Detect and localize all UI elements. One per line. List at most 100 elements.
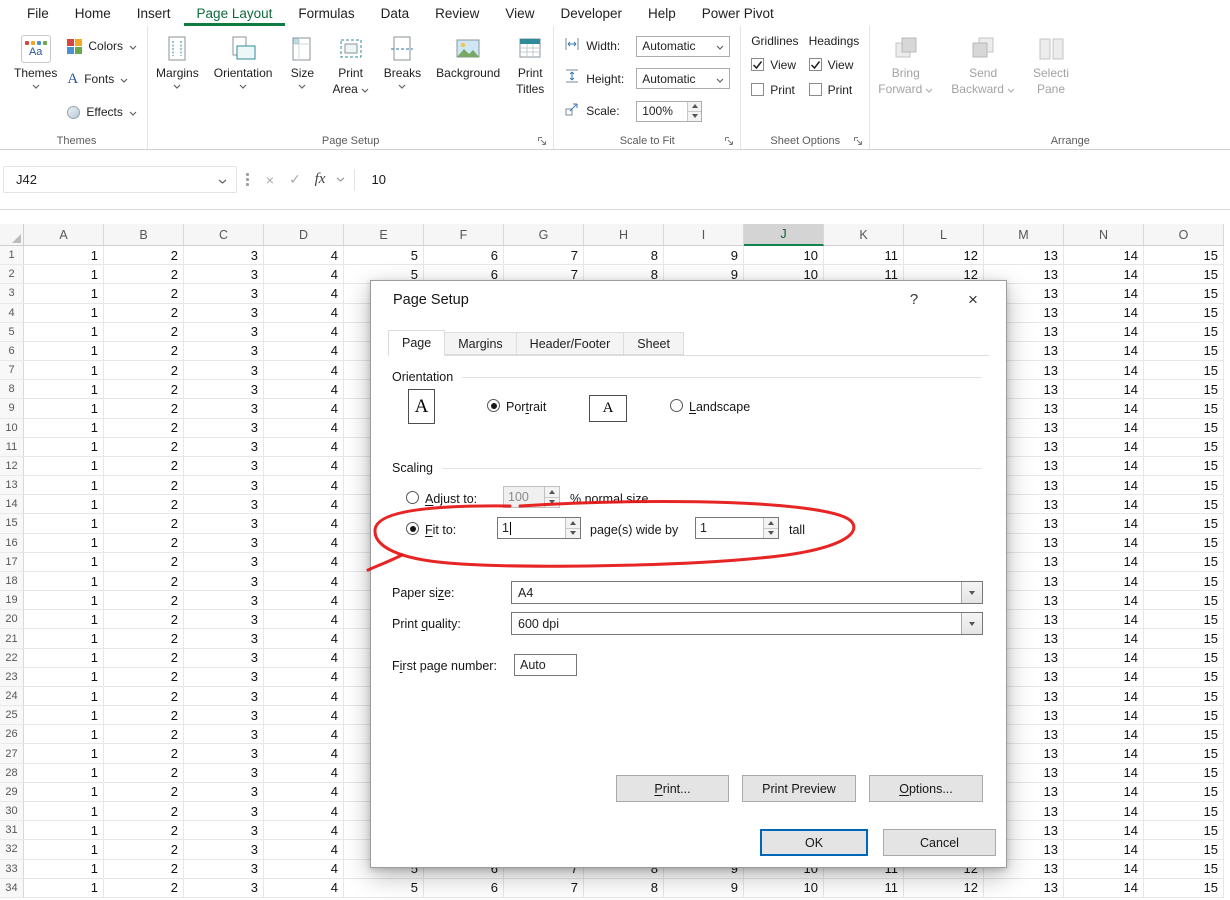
cell-A29[interactable]: 1 — [24, 783, 104, 802]
cell-O31[interactable]: 15 — [1144, 821, 1224, 840]
headings-view-checkbox[interactable]: View — [809, 56, 860, 73]
cell-J1[interactable]: 10 — [744, 246, 824, 265]
cell-O5[interactable]: 15 — [1144, 323, 1224, 342]
cell-O15[interactable]: 15 — [1144, 514, 1224, 533]
row-header-7[interactable]: 7 — [0, 361, 24, 380]
fit-to-radio[interactable] — [406, 522, 419, 535]
selection-pane-button[interactable]: Selecti Pane — [1029, 28, 1073, 132]
cell-D33[interactable]: 4 — [264, 860, 344, 879]
cell-C4[interactable]: 3 — [184, 304, 264, 323]
row-header-33[interactable]: 33 — [0, 860, 24, 879]
cell-C8[interactable]: 3 — [184, 380, 264, 399]
cell-B14[interactable]: 2 — [104, 495, 184, 514]
row-header-22[interactable]: 22 — [0, 649, 24, 668]
cell-E1[interactable]: 5 — [344, 246, 424, 265]
adjust-to-spinner[interactable]: 100 — [503, 486, 560, 508]
cell-B8[interactable]: 2 — [104, 380, 184, 399]
cell-O17[interactable]: 15 — [1144, 553, 1224, 572]
menu-tab-developer[interactable]: Developer — [547, 0, 635, 26]
cell-A25[interactable]: 1 — [24, 706, 104, 725]
cell-N14[interactable]: 14 — [1064, 495, 1144, 514]
cell-O18[interactable]: 15 — [1144, 572, 1224, 591]
orientation-button[interactable]: Orientation — [210, 28, 277, 132]
cell-B31[interactable]: 2 — [104, 821, 184, 840]
column-header-A[interactable]: A — [24, 224, 104, 246]
cell-N34[interactable]: 14 — [1064, 879, 1144, 898]
row-header-15[interactable]: 15 — [0, 514, 24, 533]
cell-N21[interactable]: 14 — [1064, 629, 1144, 648]
cell-D4[interactable]: 4 — [264, 304, 344, 323]
cell-O25[interactable]: 15 — [1144, 706, 1224, 725]
dropdown-arrow-icon[interactable] — [961, 613, 982, 634]
row-header-5[interactable]: 5 — [0, 323, 24, 342]
cell-D20[interactable]: 4 — [264, 610, 344, 629]
row-header-1[interactable]: 1 — [0, 246, 24, 265]
cell-A18[interactable]: 1 — [24, 572, 104, 591]
cell-O13[interactable]: 15 — [1144, 476, 1224, 495]
cell-B11[interactable]: 2 — [104, 438, 184, 457]
cell-N9[interactable]: 14 — [1064, 399, 1144, 418]
cell-J34[interactable]: 10 — [744, 879, 824, 898]
height-dropdown[interactable]: Automatic — [636, 68, 730, 89]
fit-pages-wide-spinner[interactable]: 1 — [497, 517, 581, 539]
print-area-button[interactable]: Print Area — [328, 28, 372, 132]
cell-O28[interactable]: 15 — [1144, 764, 1224, 783]
cell-C18[interactable]: 3 — [184, 572, 264, 591]
cell-D13[interactable]: 4 — [264, 476, 344, 495]
cell-C5[interactable]: 3 — [184, 323, 264, 342]
cell-A5[interactable]: 1 — [24, 323, 104, 342]
breaks-button[interactable]: Breaks — [380, 28, 425, 132]
spin-down-button[interactable] — [688, 111, 701, 121]
spin-up-button[interactable] — [688, 102, 701, 111]
cell-A22[interactable]: 1 — [24, 649, 104, 668]
cell-N13[interactable]: 14 — [1064, 476, 1144, 495]
print-preview-button[interactable]: Print Preview — [742, 775, 856, 802]
cell-O27[interactable]: 15 — [1144, 744, 1224, 763]
cell-B5[interactable]: 2 — [104, 323, 184, 342]
dialog-tab-page[interactable]: Page — [388, 330, 445, 356]
menu-tab-page-layout[interactable]: Page Layout — [184, 0, 286, 26]
cell-C27[interactable]: 3 — [184, 744, 264, 763]
cell-B25[interactable]: 2 — [104, 706, 184, 725]
cell-D17[interactable]: 4 — [264, 553, 344, 572]
cell-N1[interactable]: 14 — [1064, 246, 1144, 265]
send-backward-button[interactable]: Send Backward — [947, 28, 1019, 132]
cell-O9[interactable]: 15 — [1144, 399, 1224, 418]
cell-N8[interactable]: 14 — [1064, 380, 1144, 399]
cell-N4[interactable]: 14 — [1064, 304, 1144, 323]
row-header-28[interactable]: 28 — [0, 764, 24, 783]
cell-N2[interactable]: 14 — [1064, 265, 1144, 284]
cell-B15[interactable]: 2 — [104, 514, 184, 533]
cell-B34[interactable]: 2 — [104, 879, 184, 898]
cell-N30[interactable]: 14 — [1064, 802, 1144, 821]
row-header-23[interactable]: 23 — [0, 668, 24, 687]
cell-D29[interactable]: 4 — [264, 783, 344, 802]
cell-D12[interactable]: 4 — [264, 457, 344, 476]
cell-D21[interactable]: 4 — [264, 629, 344, 648]
cell-C30[interactable]: 3 — [184, 802, 264, 821]
headings-print-checkbox[interactable]: Print — [809, 81, 860, 98]
cell-A27[interactable]: 1 — [24, 744, 104, 763]
cell-D23[interactable]: 4 — [264, 668, 344, 687]
cell-C26[interactable]: 3 — [184, 725, 264, 744]
select-all-button[interactable] — [0, 224, 24, 246]
cell-O14[interactable]: 15 — [1144, 495, 1224, 514]
cell-A7[interactable]: 1 — [24, 361, 104, 380]
print-quality-dropdown[interactable]: 600 dpi — [511, 612, 983, 635]
cell-A19[interactable]: 1 — [24, 591, 104, 610]
cell-B7[interactable]: 2 — [104, 361, 184, 380]
menu-tab-data[interactable]: Data — [368, 0, 423, 26]
column-header-E[interactable]: E — [344, 224, 424, 246]
size-button[interactable]: Size — [283, 28, 321, 132]
cell-N15[interactable]: 14 — [1064, 514, 1144, 533]
cell-A32[interactable]: 1 — [24, 840, 104, 859]
cell-C33[interactable]: 3 — [184, 860, 264, 879]
cell-D18[interactable]: 4 — [264, 572, 344, 591]
cell-N23[interactable]: 14 — [1064, 668, 1144, 687]
cell-N11[interactable]: 14 — [1064, 438, 1144, 457]
cell-C22[interactable]: 3 — [184, 649, 264, 668]
cell-D27[interactable]: 4 — [264, 744, 344, 763]
cell-D5[interactable]: 4 — [264, 323, 344, 342]
cell-O22[interactable]: 15 — [1144, 649, 1224, 668]
scale-spinner[interactable]: 100% — [636, 101, 702, 122]
